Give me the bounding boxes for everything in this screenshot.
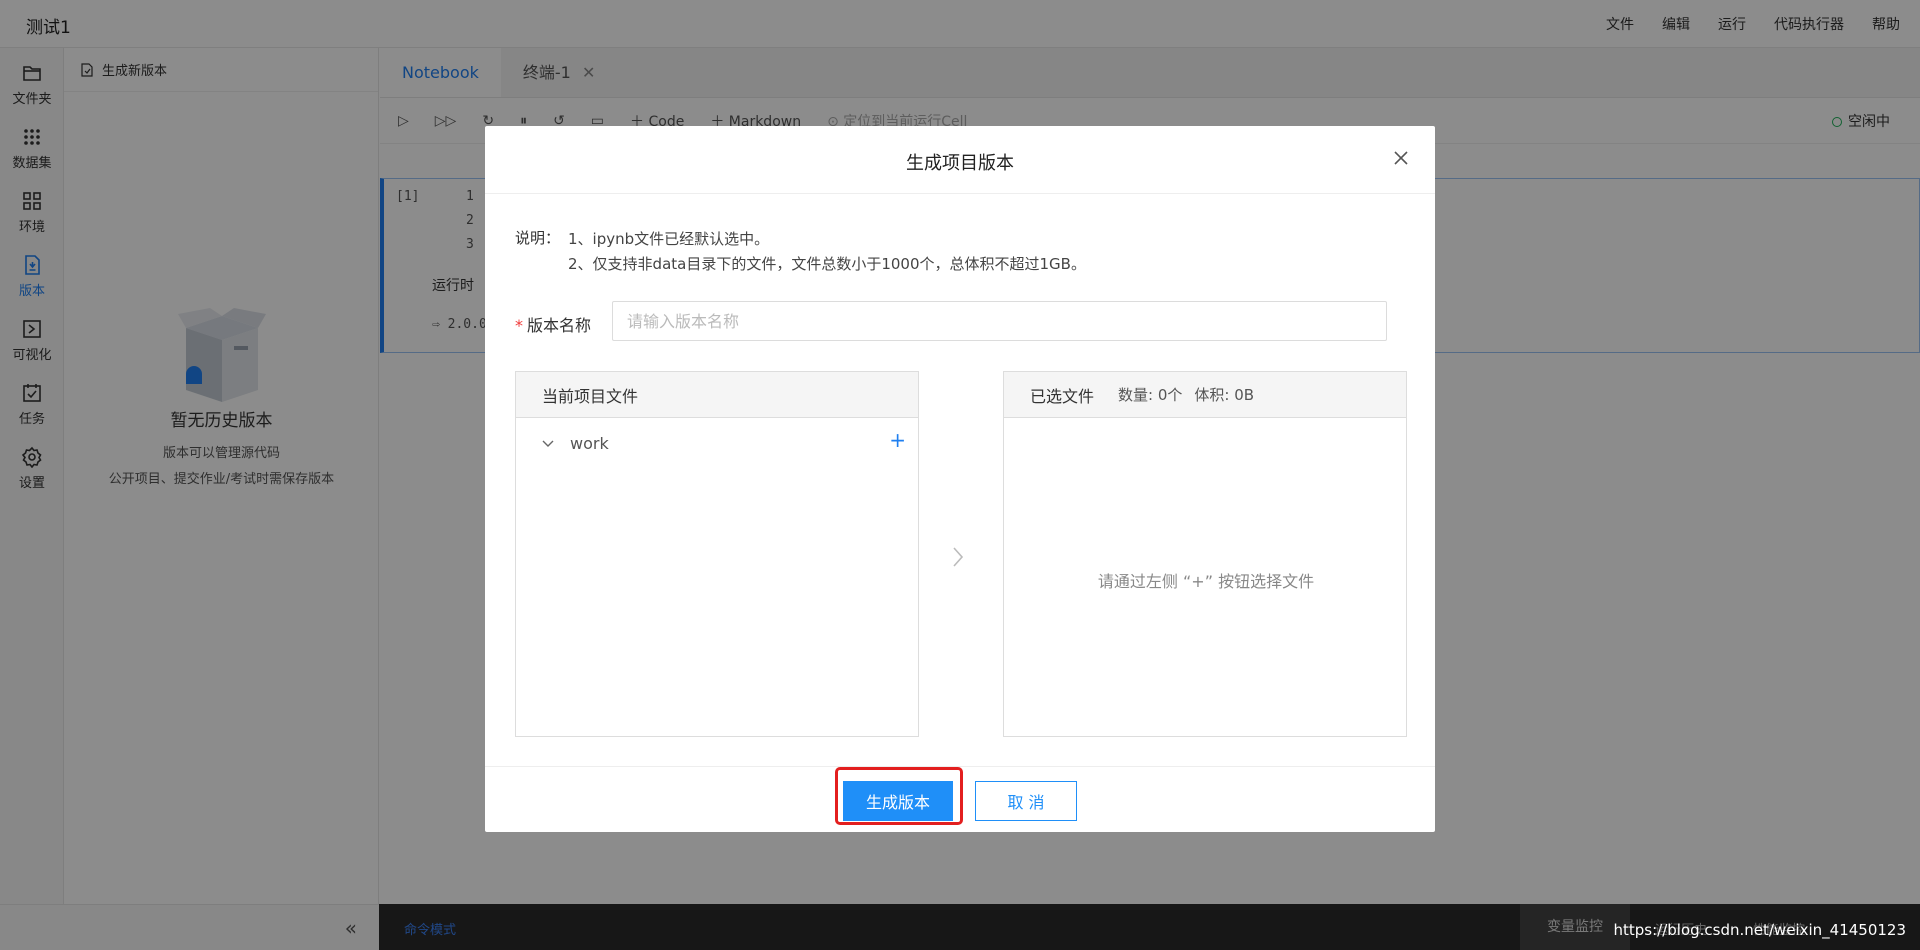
chevron-down-icon[interactable] (540, 435, 556, 451)
cancel-button[interactable]: 取 消 (975, 781, 1077, 821)
note-label: 说明： (515, 229, 561, 247)
dialog-title: 生成项目版本 (906, 153, 1014, 174)
project-files-panel: 当前项目文件 work + (515, 371, 919, 737)
generate-version-button[interactable]: 生成版本 (843, 781, 953, 821)
version-name-text: 版本名称 (527, 316, 592, 335)
version-name-label: * 版本名称 (515, 312, 591, 336)
note-line: 2、仅支持非data目录下的文件，文件总数小于1000个，总体积不超过1GB。 (568, 255, 1086, 273)
required-mark: * (515, 316, 523, 335)
selected-empty-hint: 请通过左侧 “+” 按钮选择文件 (1097, 572, 1315, 591)
selected-count: 数量: 0个 (1118, 386, 1183, 404)
watermark-url: https://blog.csdn.net/weixin_41450123 (1613, 921, 1906, 939)
version-name-input[interactable] (612, 301, 1387, 341)
selected-files-header: 已选文件 数量: 0个 体积: 0B (1004, 372, 1406, 418)
tree-item-work[interactable]: work (540, 428, 900, 458)
note-line: 1、ipynb文件已经默认选中。 (568, 230, 770, 248)
add-file-button[interactable]: + (889, 428, 906, 452)
tree-item-label: work (570, 433, 609, 453)
selected-files-panel: 已选文件 数量: 0个 体积: 0B 请通过左侧 “+” 按钮选择文件 (1003, 371, 1407, 737)
note-text: 1、ipynb文件已经默认选中。 2、仅支持非data目录下的文件，文件总数小于… (568, 227, 1086, 277)
selected-files-title: 已选文件 (1030, 386, 1095, 406)
close-icon[interactable] (1391, 148, 1411, 168)
project-files-header: 当前项目文件 (516, 372, 918, 418)
generate-version-dialog: 生成项目版本 说明： 1、ipynb文件已经默认选中。 2、仅支持非data目录… (485, 126, 1435, 832)
project-files-title: 当前项目文件 (542, 386, 639, 406)
dialog-header: 生成项目版本 (485, 126, 1435, 194)
selected-size: 体积: 0B (1194, 386, 1255, 404)
chevron-right-icon[interactable] (950, 544, 966, 570)
